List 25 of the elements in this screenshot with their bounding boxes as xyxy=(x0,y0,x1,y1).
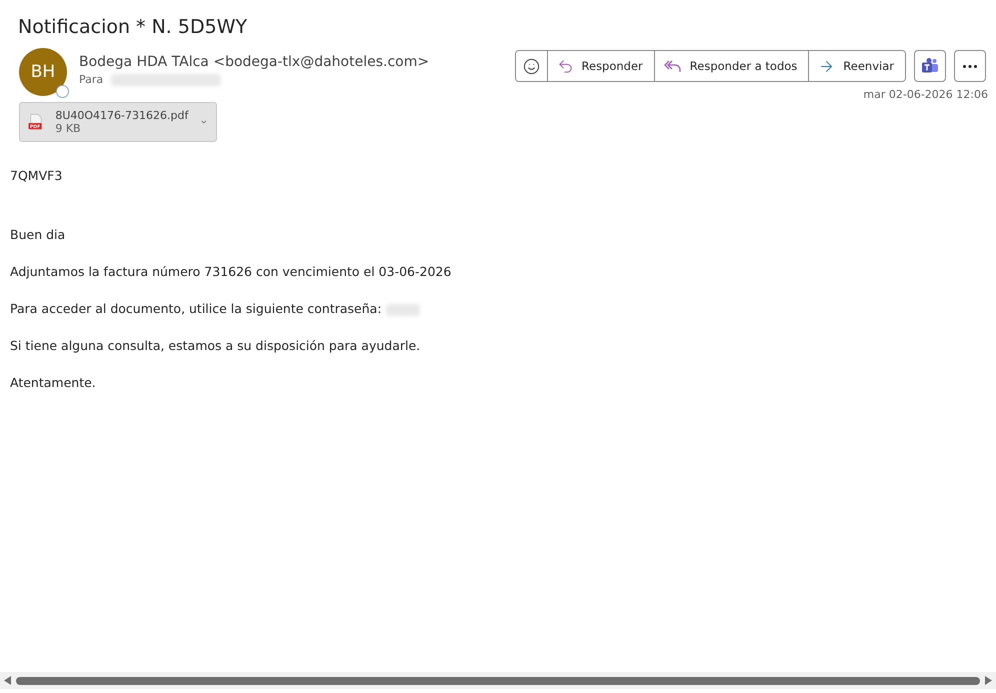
body-text: Adjuntamos la factura número 731626 con vencimiento el 03-06-2026 xyxy=(10,264,452,279)
horizontal-scrollbar[interactable] xyxy=(0,672,996,689)
email-subject: Notificacion * N. 5D5WY xyxy=(18,16,248,38)
teams-icon xyxy=(921,57,939,75)
body-text: Atentamente. xyxy=(10,375,96,390)
sent-date: mar 02-06-2026 12:06 xyxy=(863,88,988,101)
forward-button[interactable]: Reenviar xyxy=(808,51,905,81)
more-button[interactable] xyxy=(954,50,986,82)
body-text: Para acceder al documento, utilice la siguiente contraseña: xyxy=(10,301,382,316)
attachment-size: 9 KB xyxy=(55,122,82,135)
attachment-name: 8U40O4176-731626.pdf xyxy=(55,109,188,122)
teams-button[interactable] xyxy=(914,50,946,82)
recipient-label: Para xyxy=(79,73,104,86)
body-text: Buen dia xyxy=(10,227,66,242)
body-text: 7QMVF3 xyxy=(10,168,62,183)
body-text: Si tiene alguna consulta, estamos a su disposición para ayudarle. xyxy=(10,338,420,353)
scroll-left-icon[interactable] xyxy=(4,676,12,685)
more-icon xyxy=(963,64,977,68)
reply-icon xyxy=(556,58,574,74)
scroll-right-icon[interactable] xyxy=(984,676,992,685)
avatar: BH xyxy=(19,48,67,96)
sender-name[interactable]: Bodega HDA TAlca <bodega-tlx@dahoteles.com> xyxy=(79,54,430,70)
smiley-icon xyxy=(522,58,540,74)
scrollbar-thumb[interactable] xyxy=(16,676,980,684)
reply-all-icon xyxy=(664,58,682,74)
